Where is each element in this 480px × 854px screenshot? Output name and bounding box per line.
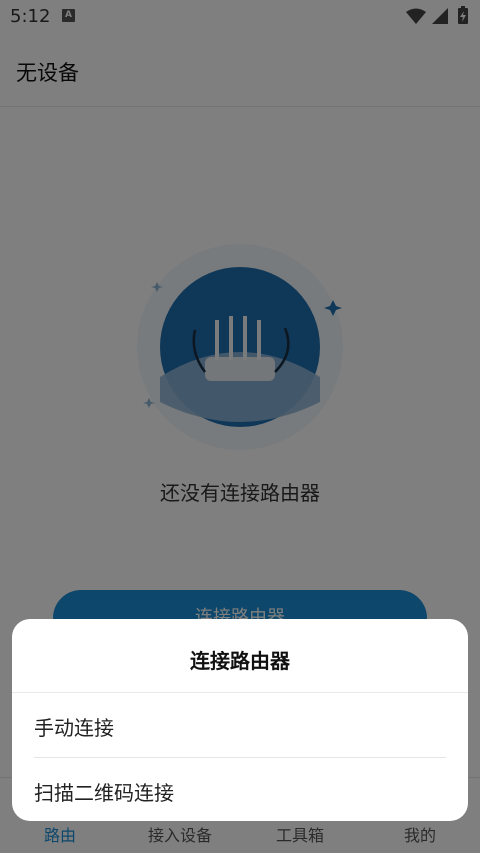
sheet-title: 连接路由器: [190, 649, 290, 673]
manual-connect-option[interactable]: 手动连接: [12, 693, 468, 757]
option-label: 手动连接: [34, 716, 114, 740]
option-label: 扫描二维码连接: [34, 781, 174, 805]
bottom-sheet: 连接路由器 手动连接 扫描二维码连接: [12, 619, 468, 821]
scan-qr-connect-option[interactable]: 扫描二维码连接: [12, 758, 468, 821]
